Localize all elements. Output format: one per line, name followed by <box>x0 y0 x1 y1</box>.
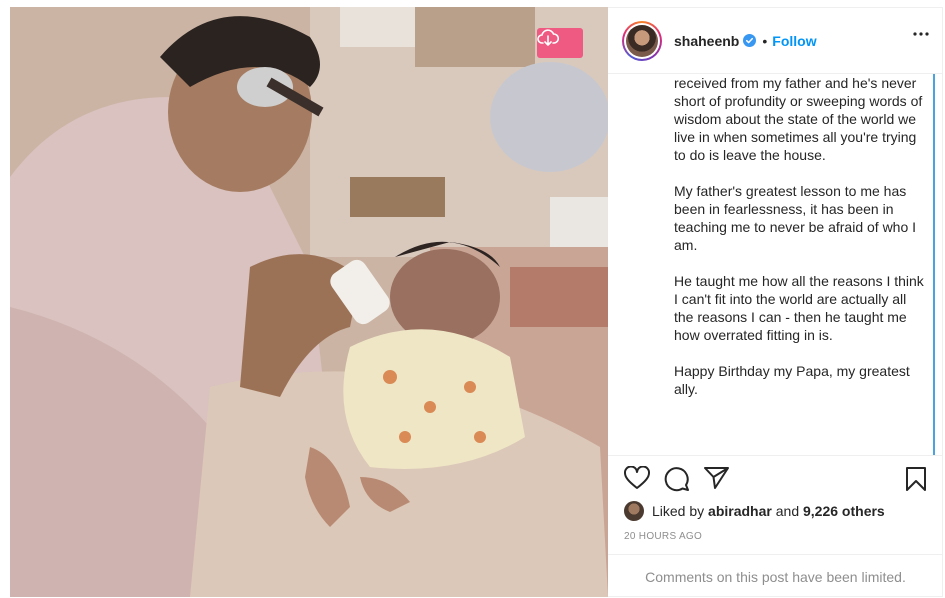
likes-prefix: Liked by <box>652 503 705 519</box>
instagram-post-window: shaheenb • Follow received from my fathe… <box>0 0 945 598</box>
comment-icon[interactable] <box>664 466 690 492</box>
username-link[interactable]: shaheenb <box>674 33 739 49</box>
paper-plane-icon[interactable] <box>704 466 730 490</box>
post-sidebar: shaheenb • Follow received from my fathe… <box>608 7 943 597</box>
avatar-image <box>626 24 658 57</box>
more-options-icon[interactable] <box>913 32 929 36</box>
caption-paragraph: He taught me how all the reasons I think… <box>674 273 924 343</box>
download-button[interactable] <box>537 28 583 58</box>
likes-others-link[interactable]: 9,226 others <box>803 503 885 519</box>
avatar[interactable] <box>622 20 662 61</box>
follow-button[interactable]: Follow <box>772 33 816 49</box>
comments-limited-notice: Comments on this post have been limited. <box>608 554 943 598</box>
bookmark-icon[interactable] <box>905 466 927 492</box>
caption-paragraph: Happy Birthday my Papa, my greatest ally… <box>674 363 910 397</box>
photo-illustration <box>10 7 608 597</box>
caption-paragraph: My father's greatest lesson to me has be… <box>674 183 917 253</box>
post-header: shaheenb • Follow <box>608 8 943 74</box>
action-bar <box>608 455 943 497</box>
liker-username[interactable]: abiradhar <box>708 503 772 519</box>
caption-area[interactable]: received from my father and he's never s… <box>608 74 943 455</box>
caption-text: received from my father and he's never s… <box>674 74 924 416</box>
caption-paragraph: received from my father and he's never s… <box>674 75 923 163</box>
post-photo[interactable] <box>10 7 608 597</box>
likes-and: and <box>775 503 800 519</box>
post-timestamp[interactable]: 20 HOURS AGO <box>624 531 702 542</box>
cloud-download-icon <box>537 29 559 46</box>
caption-scrollbar[interactable] <box>933 74 935 455</box>
separator-dot: • <box>762 32 768 49</box>
liker-avatar[interactable] <box>624 501 644 521</box>
avatar-inner <box>624 22 660 59</box>
heart-icon[interactable] <box>624 466 650 490</box>
likes-summary: Liked by abiradhar and 9,226 others <box>624 501 885 521</box>
verified-badge-icon <box>743 34 757 47</box>
